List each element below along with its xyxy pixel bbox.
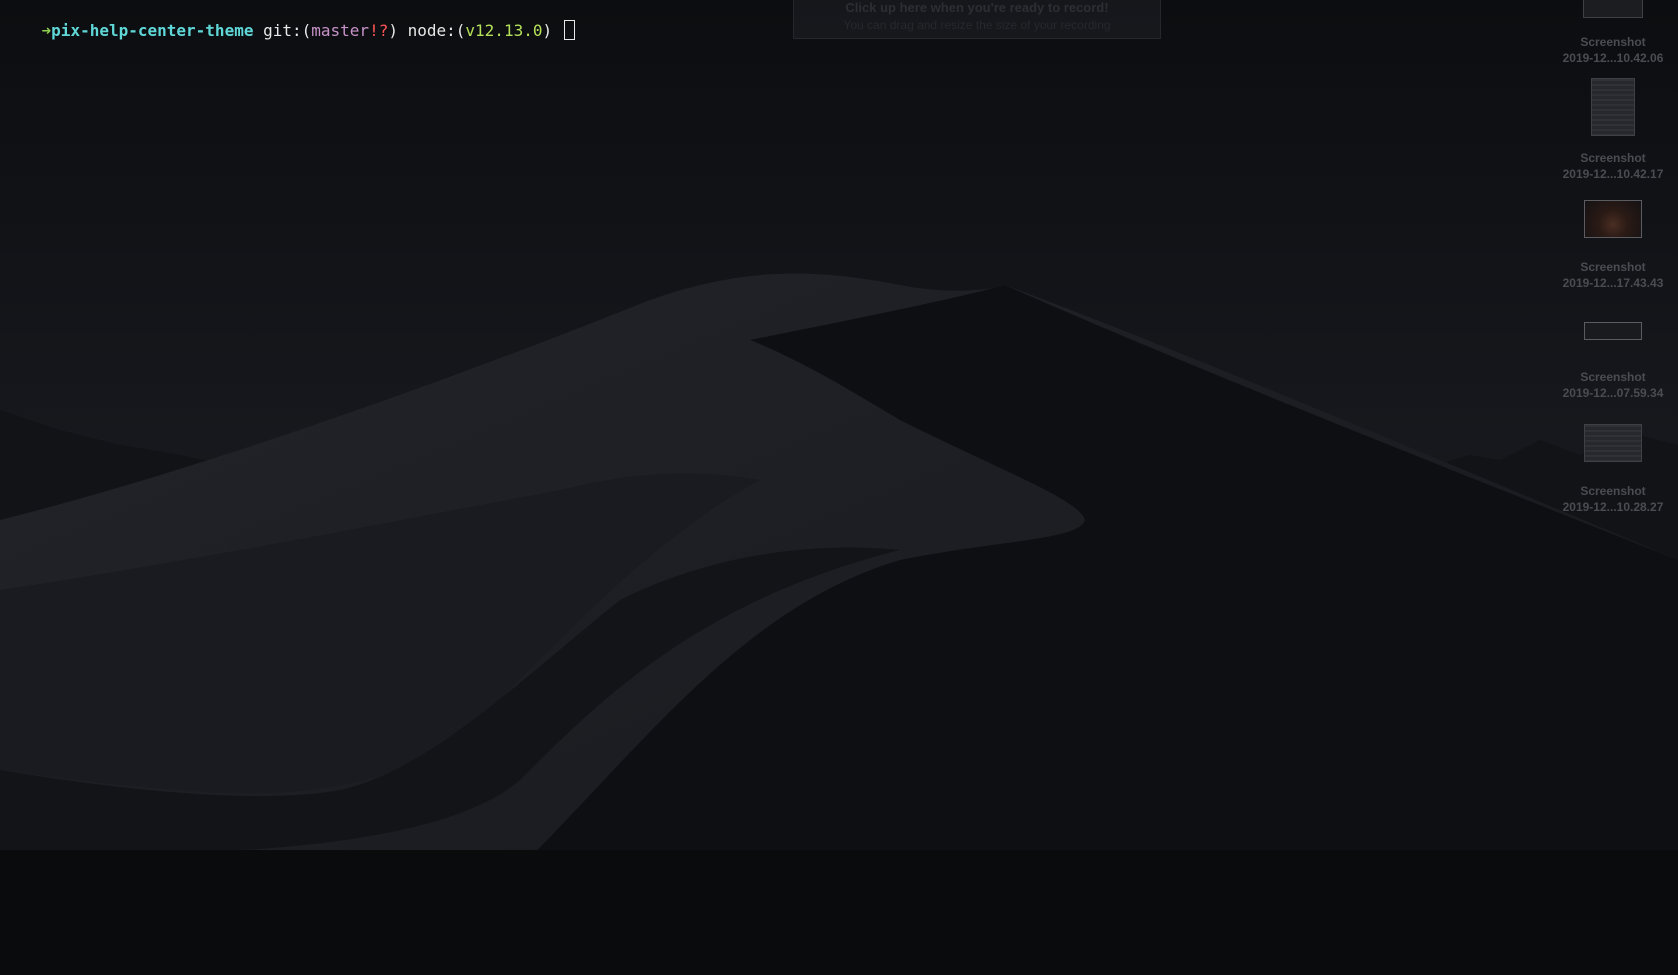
- prompt-arrow-icon: ➜: [41, 21, 52, 40]
- icon-name: Screenshot: [1580, 260, 1646, 274]
- desert-dune-wallpaper: [0, 0, 1678, 975]
- icon-name: Screenshot: [1580, 35, 1646, 49]
- icon-name: Screenshot: [1580, 151, 1646, 165]
- screenshot-thumbnail: [1583, 0, 1643, 18]
- record-region-banner[interactable]: Click up here when you're ready to recor…: [793, 0, 1161, 39]
- icon-date: 2019-12...07.59.34: [1562, 386, 1664, 400]
- git-prefix: git:(: [253, 21, 312, 40]
- git-branch: master: [311, 21, 370, 40]
- desktop-icon-screenshot[interactable]: Screenshot 2019-12...10.28.27: [1548, 424, 1678, 515]
- terminal-prompt-line[interactable]: ➜pix-help-center-theme git:(master!?) no…: [3, 0, 575, 40]
- icon-name: Screenshot: [1580, 484, 1646, 498]
- record-banner-subtitle: You can drag and resize the size of your…: [843, 18, 1111, 32]
- desktop-icon-screenshot[interactable]: Screenshot 2019-12...10.42.06: [1548, 0, 1678, 66]
- icon-date: 2019-12...10.42.06: [1562, 51, 1664, 65]
- record-banner-title: Click up here when you're ready to recor…: [845, 0, 1109, 15]
- icon-date: 2019-12...10.42.17: [1562, 167, 1664, 181]
- node-version: v12.13.0: [465, 21, 543, 40]
- screenshot-thumbnail: [1584, 200, 1642, 238]
- icon-date: 2019-12...17.43.43: [1562, 276, 1664, 290]
- screenshot-thumbnail: [1584, 322, 1642, 340]
- icon-name: Screenshot: [1580, 370, 1646, 384]
- git-dirty-marker: !?: [369, 21, 389, 40]
- desktop-icon-screenshot[interactable]: Screenshot 2019-12...10.42.17: [1548, 78, 1678, 182]
- icon-date: 2019-12...10.28.27: [1562, 500, 1664, 514]
- screenshot-thumbnail: [1584, 424, 1642, 462]
- desktop-icon-screenshot[interactable]: Screenshot 2019-12...17.43.43: [1548, 200, 1678, 291]
- node-prefix: node:(: [397, 21, 466, 40]
- desktop-icon-screenshot[interactable]: Screenshot 2019-12...07.59.34: [1548, 322, 1678, 401]
- prompt-directory: pix-help-center-theme: [51, 21, 254, 40]
- git-suffix: ): [388, 21, 398, 40]
- terminal-cursor: [563, 20, 575, 40]
- node-suffix: ): [542, 21, 562, 40]
- screenshot-thumbnail: [1591, 78, 1635, 136]
- desktop-screen: ➜pix-help-center-theme git:(master!?) no…: [0, 0, 1678, 975]
